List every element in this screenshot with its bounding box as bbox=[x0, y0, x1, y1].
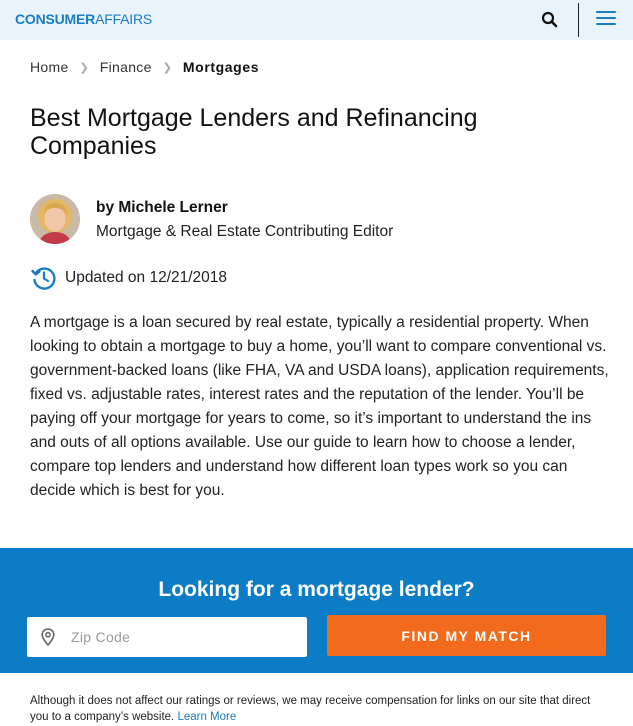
header-divider bbox=[578, 3, 579, 37]
updated-date: Updated on 12/21/2018 bbox=[65, 269, 228, 286]
breadcrumb-current: Mortgages bbox=[182, 59, 260, 75]
logo-bold-text: CONSUMER bbox=[15, 11, 96, 27]
breadcrumb: Home ❯ Finance ❯ Mortgages bbox=[30, 59, 259, 75]
logo-light-text: AFFAIRS bbox=[95, 11, 153, 27]
hamburger-menu-icon[interactable] bbox=[596, 11, 616, 29]
affiliate-disclosure: Although it does not affect our ratings … bbox=[30, 693, 610, 725]
author-role: Mortgage & Real Estate Contributing Edit… bbox=[96, 223, 394, 240]
chevron-right-icon: ❯ bbox=[79, 61, 89, 74]
intro-paragraph: A mortgage is a loan secured by real est… bbox=[30, 314, 609, 499]
breadcrumb-home[interactable]: Home bbox=[30, 59, 69, 75]
author-name[interactable]: by Michele Lerner bbox=[96, 199, 228, 217]
cta-title: Looking for a mortgage lender? bbox=[158, 578, 475, 601]
find-my-match-button[interactable]: FIND MY MATCH bbox=[327, 615, 606, 656]
author-avatar[interactable] bbox=[30, 194, 80, 244]
zip-code-input[interactable] bbox=[71, 617, 301, 657]
search-icon[interactable] bbox=[540, 10, 560, 30]
top-navigation-bar: CONSUMERAFFAIRS bbox=[0, 0, 633, 40]
zip-code-field[interactable] bbox=[27, 617, 307, 657]
location-pin-icon bbox=[41, 628, 55, 647]
page-title: Best Mortgage Lenders and Refinancing Co… bbox=[30, 104, 478, 160]
learn-more-link[interactable]: Learn More bbox=[177, 711, 236, 723]
updated-clock-icon bbox=[30, 264, 58, 292]
breadcrumb-finance[interactable]: Finance bbox=[100, 59, 152, 75]
consumer-affairs-logo[interactable]: CONSUMERAFFAIRS bbox=[15, 11, 152, 27]
disclosure-text: Although it does not affect our ratings … bbox=[30, 695, 591, 723]
chevron-right-icon: ❯ bbox=[162, 61, 172, 74]
